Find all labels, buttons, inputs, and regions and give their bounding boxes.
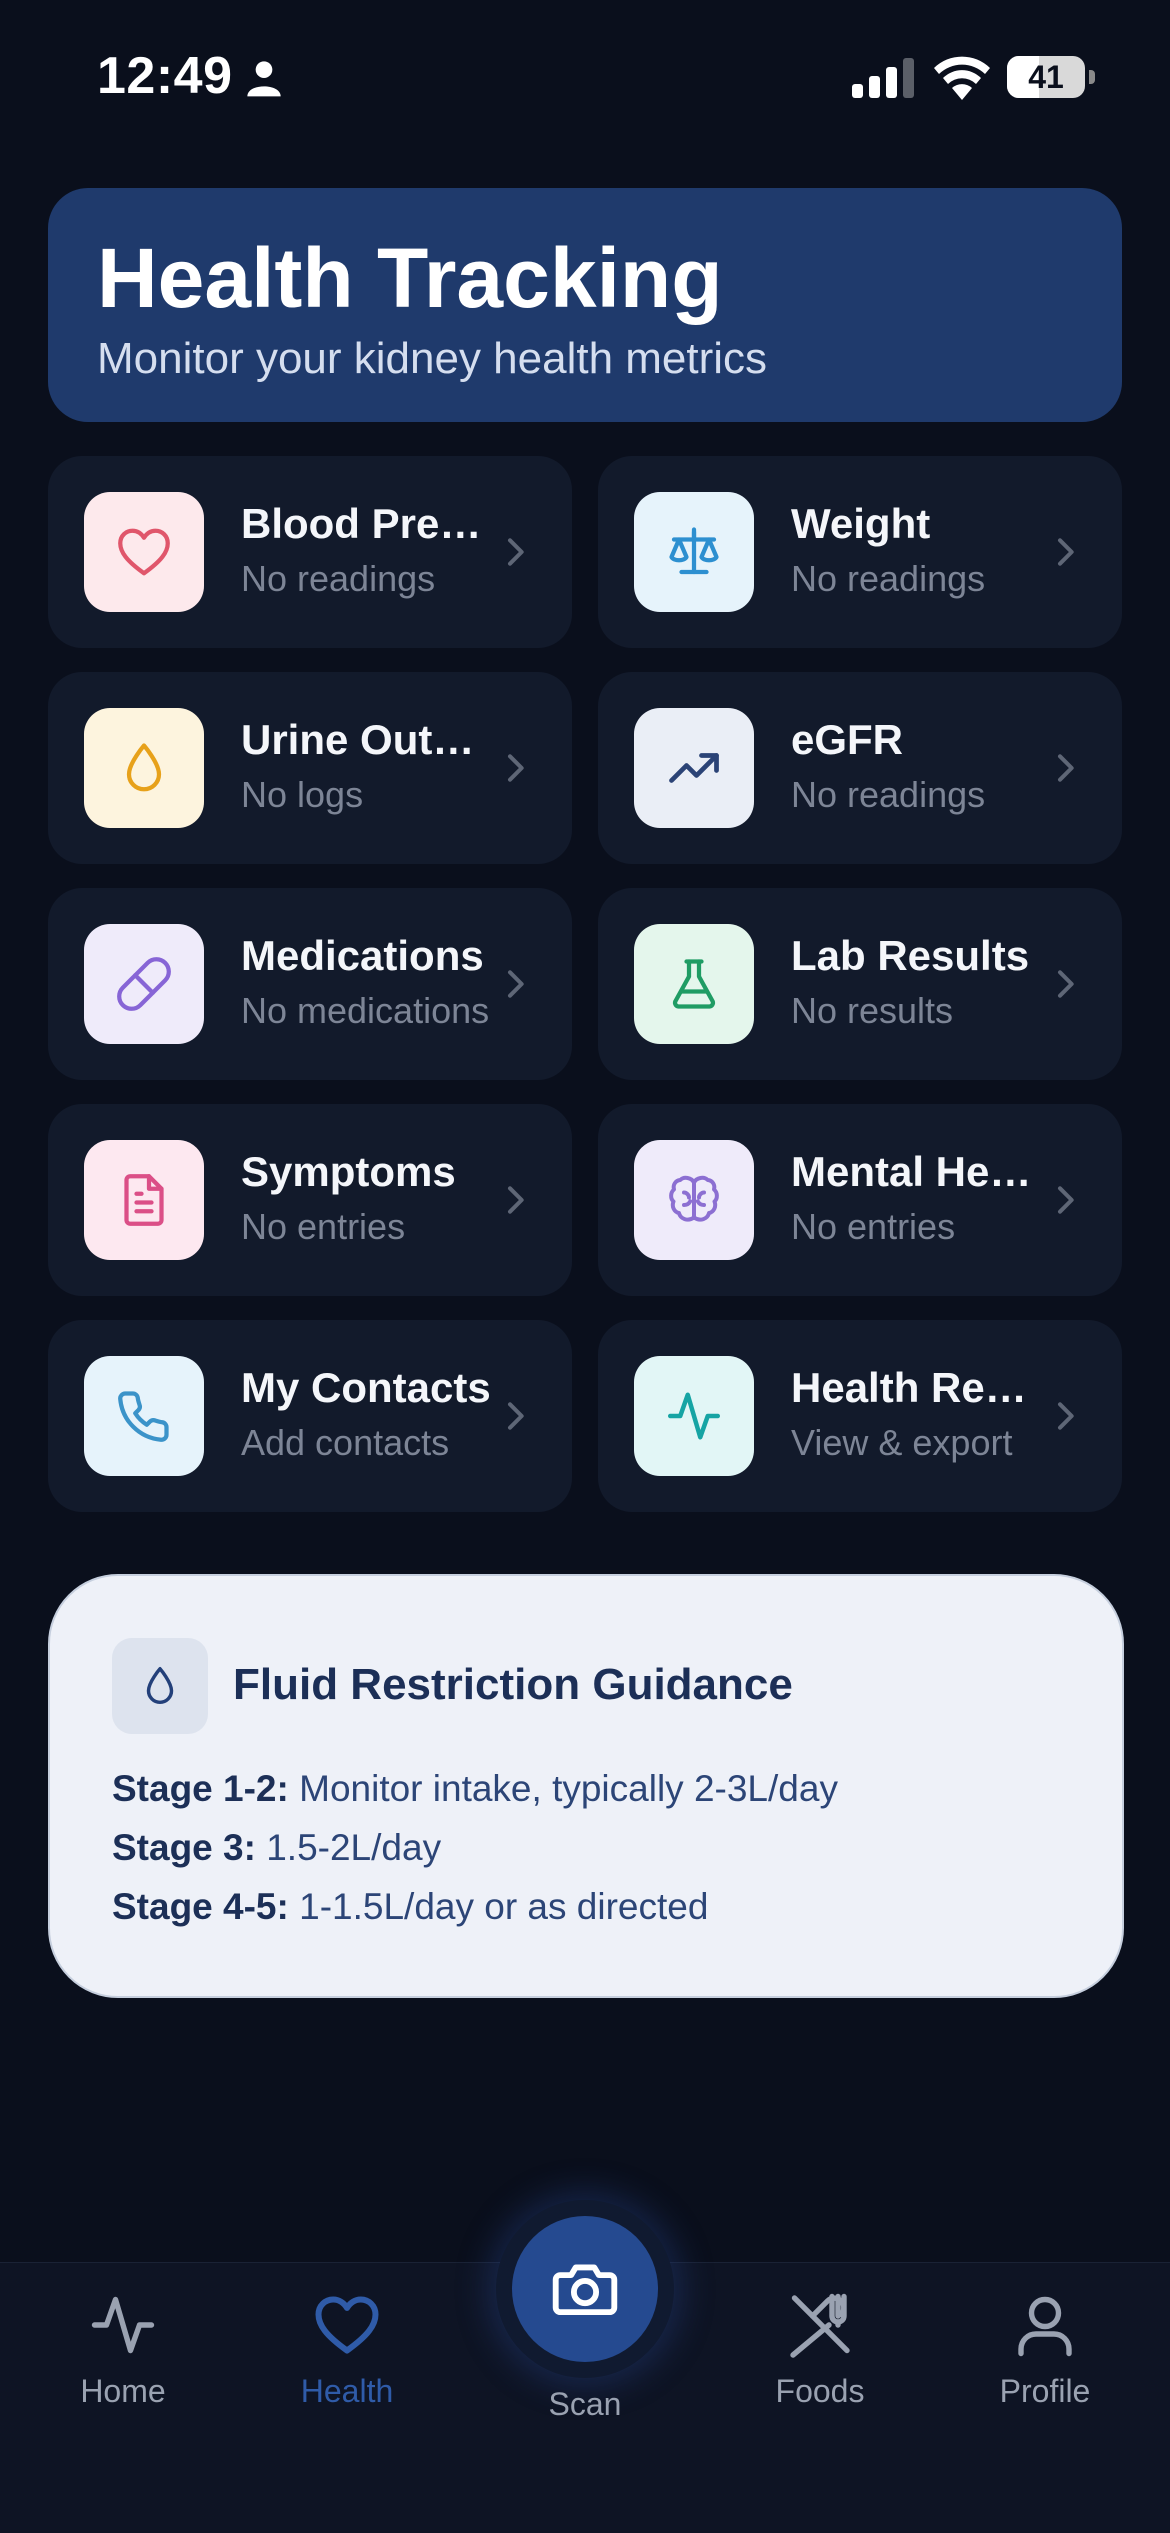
tile-title: Urine Output [241, 716, 491, 763]
fluid-stage-line: Stage 4-5: 1-1.5L/day or as directed [112, 1886, 708, 1928]
fluid-stage-line: Stage 3: 1.5-2L/day [112, 1827, 441, 1869]
chevron-right-icon [1058, 1186, 1074, 1214]
battery-percentage: 41 [1028, 59, 1064, 95]
heart-icon [118, 528, 170, 576]
tile-title: Lab Results [791, 932, 1030, 979]
fluid-icon-box [112, 1638, 208, 1734]
status-time: 12:49 [97, 47, 233, 105]
nav-foods-label: Foods [775, 2373, 865, 2409]
chevron-right-icon [508, 1186, 524, 1214]
tile-subtitle: Add contacts [241, 1422, 450, 1463]
chevron-right-icon [1058, 538, 1074, 566]
tile-my-contacts[interactable]: My Contacts Add contacts [48, 1320, 572, 1512]
droplet-icon [146, 1667, 174, 1704]
nav-foods[interactable]: Foods [720, 2263, 920, 2463]
chevron-right-icon [508, 538, 524, 566]
chevron-right-icon [508, 754, 524, 782]
tile-title: Mental Health [791, 1148, 1041, 1195]
tile-title: My Contacts [241, 1364, 491, 1411]
tile-egfr[interactable]: eGFR No readings [598, 672, 1122, 864]
chevron-right-icon [508, 970, 524, 998]
chevron-right-icon [1058, 970, 1074, 998]
tile-title: Weight [791, 500, 931, 547]
tile-title: Blood Pressure [241, 500, 491, 547]
chevron-right-icon [1058, 754, 1074, 782]
tile-blood-pressure[interactable]: Blood Pressure No readings [48, 456, 572, 648]
tile-title: Medications [241, 932, 484, 979]
tile-subtitle: No logs [241, 774, 364, 815]
nav-profile[interactable]: Profile [945, 2263, 1145, 2463]
tile-medications[interactable]: Medications No medications [48, 888, 572, 1080]
status-bar: 12:49 41 [0, 0, 1170, 150]
tile-title: Symptoms [241, 1148, 456, 1195]
tile-subtitle: No entries [791, 1206, 956, 1247]
person-icon [247, 61, 281, 97]
tile-subtitle: No readings [791, 774, 986, 815]
nav-health-label: Health [300, 2373, 394, 2409]
fluid-stage-line: Stage 1-2: Monitor intake, typically 2-3… [112, 1768, 838, 1810]
tile-mental-health[interactable]: Mental Health No entries [598, 1104, 1122, 1296]
battery-indicator: 41 [1007, 56, 1095, 100]
utensils-crossed-icon [790, 2293, 850, 2358]
flask-icon [672, 959, 716, 1009]
nav-profile-label: Profile [999, 2373, 1091, 2409]
tile-health-report[interactable]: Health Report View & export [598, 1320, 1122, 1512]
fluid-stage-text: 1.5-2L/day [266, 1827, 442, 1868]
tile-title: eGFR [791, 716, 904, 763]
droplet-icon [126, 743, 162, 792]
fluid-stage-label: Stage 3: [112, 1827, 256, 1868]
chevron-right-icon [508, 1402, 524, 1430]
camera-icon [552, 2264, 618, 2316]
user-icon [1018, 2296, 1072, 2357]
fluid-stage-text: Monitor intake, typically 2-3L/day [299, 1768, 838, 1809]
tile-subtitle: No entries [241, 1206, 406, 1247]
activity-icon [91, 2296, 155, 2354]
tile-title: Health Report [791, 1364, 1041, 1411]
cellular-signal-icon [852, 58, 914, 98]
nav-scan-label: Scan [548, 2386, 622, 2422]
pill-icon [117, 957, 171, 1011]
tile-lab-results[interactable]: Lab Results No results [598, 888, 1122, 1080]
tile-subtitle: No readings [241, 558, 436, 599]
scale-icon [669, 527, 719, 575]
page-subtitle: Monitor your kidney health metrics [97, 334, 768, 383]
tile-subtitle: View & export [791, 1422, 1013, 1463]
nav-home[interactable]: Home [23, 2263, 223, 2463]
fluid-stage-label: Stage 4-5: [112, 1886, 289, 1927]
header-card: Health Tracking Monitor your kidney heal… [48, 188, 1122, 422]
brain-icon [669, 1175, 719, 1222]
fluid-stage-label: Stage 1-2: [112, 1768, 289, 1809]
chevron-right-icon [1058, 1402, 1074, 1430]
scan-button[interactable] [512, 2216, 658, 2362]
document-icon [124, 1174, 164, 1226]
activity-icon [668, 1392, 720, 1440]
tile-subtitle: No results [791, 990, 954, 1031]
tile-weight[interactable]: Weight No readings [598, 456, 1122, 648]
tile-urine-output[interactable]: Urine Output No logs [48, 672, 572, 864]
tile-subtitle: No medications [241, 990, 490, 1031]
nav-health[interactable]: Health [247, 2263, 447, 2463]
fluid-guidance-card: Fluid Restriction Guidance Stage 1-2: Mo… [48, 1574, 1124, 1998]
wifi-icon [934, 56, 990, 100]
tile-symptoms[interactable]: Symptoms No entries [48, 1104, 572, 1296]
trending-up-icon [669, 753, 719, 783]
heart-icon [315, 2296, 379, 2354]
fluid-guidance-title: Fluid Restriction Guidance [233, 1660, 793, 1709]
phone-icon [118, 1391, 169, 1442]
fluid-stage-text: 1-1.5L/day or as directed [299, 1886, 709, 1927]
page-title: Health Tracking [97, 231, 723, 325]
nav-home-label: Home [80, 2373, 166, 2409]
tile-subtitle: No readings [791, 558, 986, 599]
